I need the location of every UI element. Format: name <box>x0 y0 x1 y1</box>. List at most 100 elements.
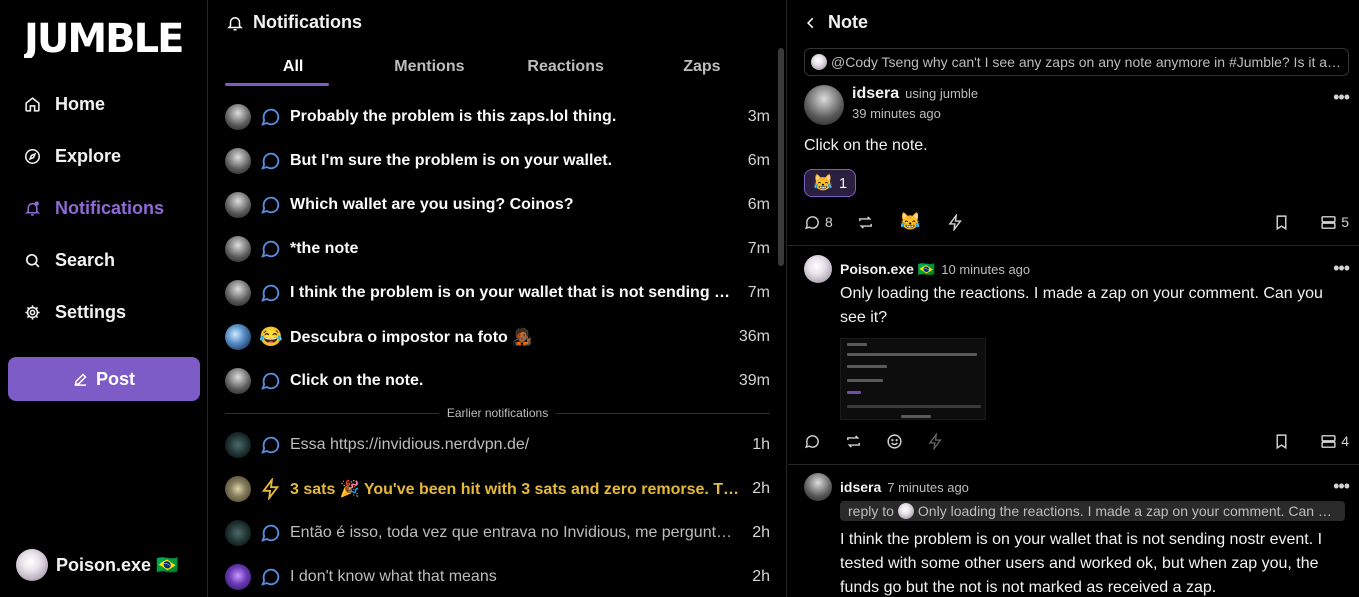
parent-note-preview[interactable]: @Cody Tseng why can't I see any zaps on … <box>804 48 1349 76</box>
reaction-pill[interactable]: 😹 1 <box>804 169 857 197</box>
notification-text: I think the problem is on your wallet th… <box>290 284 736 301</box>
sidebar-item-home[interactable]: Home <box>8 78 200 130</box>
notification-item[interactable]: I think the problem is on your wallet th… <box>225 271 770 315</box>
reply-button[interactable] <box>804 433 821 450</box>
reply-count: 8 <box>825 214 833 230</box>
reply-icon <box>804 434 819 448</box>
notification-time: 39m <box>738 372 770 389</box>
screenshot-image[interactable] <box>840 338 986 420</box>
notification-item[interactable]: Então é isso, toda vez que entrava no In… <box>225 511 770 555</box>
avatar <box>225 520 251 546</box>
gear-icon <box>25 304 40 320</box>
account-button[interactable]: Poison.exe 🇧🇷 <box>16 549 178 581</box>
notification-item[interactable]: 😂 Descubra o impostor na foto 🧑🏾‍🎤 36m <box>225 315 770 359</box>
avatar <box>225 104 251 130</box>
post-button[interactable]: Post <box>8 357 200 401</box>
zap-icon <box>928 432 942 450</box>
scrollbar[interactable] <box>778 48 784 266</box>
note-author: Poison.exe 🇧🇷 10 minutes ago <box>804 255 1349 283</box>
avatar <box>225 280 251 306</box>
notification-time: 6m <box>747 152 770 169</box>
notification-time: 3m <box>747 108 770 125</box>
sidebar-item-settings[interactable]: Settings <box>8 286 200 338</box>
compass-icon <box>24 148 41 164</box>
notification-item[interactable]: 3 sats 🎉 You've been hit with 3 sats and… <box>225 467 770 511</box>
reply-note: Poison.exe 🇧🇷 10 minutes ago ••• Only lo… <box>804 255 1350 452</box>
avatar[interactable] <box>804 473 832 501</box>
jumble-logo[interactable]: JUMBLE <box>24 14 184 58</box>
notification-text: I don't know what that means <box>290 568 497 585</box>
zap-button[interactable] <box>947 213 964 231</box>
search-icon <box>25 253 40 267</box>
reply-icon <box>804 215 819 229</box>
avatar <box>897 503 914 519</box>
avatar[interactable] <box>804 85 844 125</box>
more-options-icon[interactable]: ••• <box>1333 476 1350 497</box>
bookmark-button[interactable] <box>1273 433 1290 450</box>
notification-text: But I'm sure the problem is on your wall… <box>290 152 613 169</box>
tab-zaps[interactable]: Zaps <box>634 52 770 86</box>
more-options-icon[interactable]: ••• <box>1333 258 1350 279</box>
notification-item[interactable]: Click on the note. 39m <box>225 359 770 403</box>
repost-button[interactable] <box>845 433 862 450</box>
account-name: Poison.exe 🇧🇷 <box>56 554 179 575</box>
sidebar-item-search[interactable]: Search <box>8 234 200 286</box>
reply-icon <box>260 566 282 588</box>
bookmark-icon <box>1276 433 1287 449</box>
bookmark-button[interactable] <box>1273 214 1290 231</box>
notification-item[interactable]: Essa https://invidious.nerdvpn.de/ 1h <box>225 423 770 467</box>
sidebar-item-explore[interactable]: Explore <box>8 130 200 182</box>
notification-time: 2h <box>752 480 770 497</box>
reply-icon <box>260 282 282 304</box>
notifications-column: Notifications All Mentions Reactions Zap… <box>209 0 787 597</box>
reply-to-label: reply to <box>848 503 894 519</box>
notification-text: Descubra o impostor na foto 🧑🏾‍🎤 <box>290 329 533 346</box>
notifications-header: Notifications <box>226 12 362 33</box>
note-content: Only loading the reactions. I made a zap… <box>840 285 1323 326</box>
divider <box>788 245 1359 246</box>
zap-button[interactable] <box>927 432 944 450</box>
reply-to-link[interactable]: reply to Only loading the reactions. I m… <box>840 501 1345 521</box>
author-name[interactable]: Poison.exe 🇧🇷 <box>840 261 935 278</box>
notification-item[interactable]: *the note 7m <box>225 227 770 271</box>
reply-icon <box>260 150 282 172</box>
sidebar-item-label: Home <box>55 93 106 114</box>
svg-text:JUMBLE: JUMBLE <box>24 16 182 58</box>
notification-text: Click on the note. <box>290 372 424 389</box>
reply-button[interactable]: 8 <box>804 214 833 231</box>
emoji-reaction-icon: 😂 <box>259 327 283 348</box>
thread-icon <box>1321 434 1336 448</box>
zap-icon <box>948 213 962 231</box>
note-timestamp: 39 minutes ago <box>852 106 941 121</box>
bookmark-icon <box>1276 214 1287 230</box>
notification-text: Então é isso, toda vez que entrava no In… <box>290 524 741 541</box>
author-name[interactable]: idsera <box>840 479 881 495</box>
tab-mentions[interactable]: Mentions <box>361 52 497 86</box>
note-timestamp: 7 minutes ago <box>887 479 969 495</box>
tab-all[interactable]: All <box>225 52 361 86</box>
notification-list: Probably the problem is this zaps.lol th… <box>225 95 770 597</box>
avatar <box>225 368 251 394</box>
back-button[interactable]: Note <box>804 12 868 33</box>
author-name[interactable]: idsera <box>852 85 899 102</box>
reaction-button[interactable] <box>886 433 903 450</box>
notification-item[interactable]: But I'm sure the problem is on your wall… <box>225 139 770 183</box>
sidebar-item-notifications[interactable]: Notifications <box>8 182 200 234</box>
notification-time: 1h <box>752 436 770 453</box>
avatar <box>225 324 251 350</box>
tab-reactions[interactable]: Reactions <box>498 52 634 86</box>
note-actions: 8 😹 5 <box>804 211 1349 233</box>
notification-item[interactable]: Probably the problem is this zaps.lol th… <box>225 95 770 139</box>
avatar[interactable] <box>804 255 832 283</box>
notification-item[interactable]: I don't know what that means 2h <box>225 555 770 597</box>
more-options-icon[interactable]: ••• <box>1333 87 1350 108</box>
reply-icon <box>260 434 282 456</box>
thread-button[interactable]: 5 <box>1320 214 1349 231</box>
thread-button[interactable]: 4 <box>1320 433 1349 450</box>
avatar <box>225 148 251 174</box>
notification-item[interactable]: Which wallet are you using? Coinos? 6m <box>225 183 770 227</box>
page-title: Note <box>828 12 868 32</box>
reaction-button[interactable]: 😹 <box>900 212 921 232</box>
earlier-divider: Earlier notifications <box>225 405 770 421</box>
repost-button[interactable] <box>857 214 874 231</box>
